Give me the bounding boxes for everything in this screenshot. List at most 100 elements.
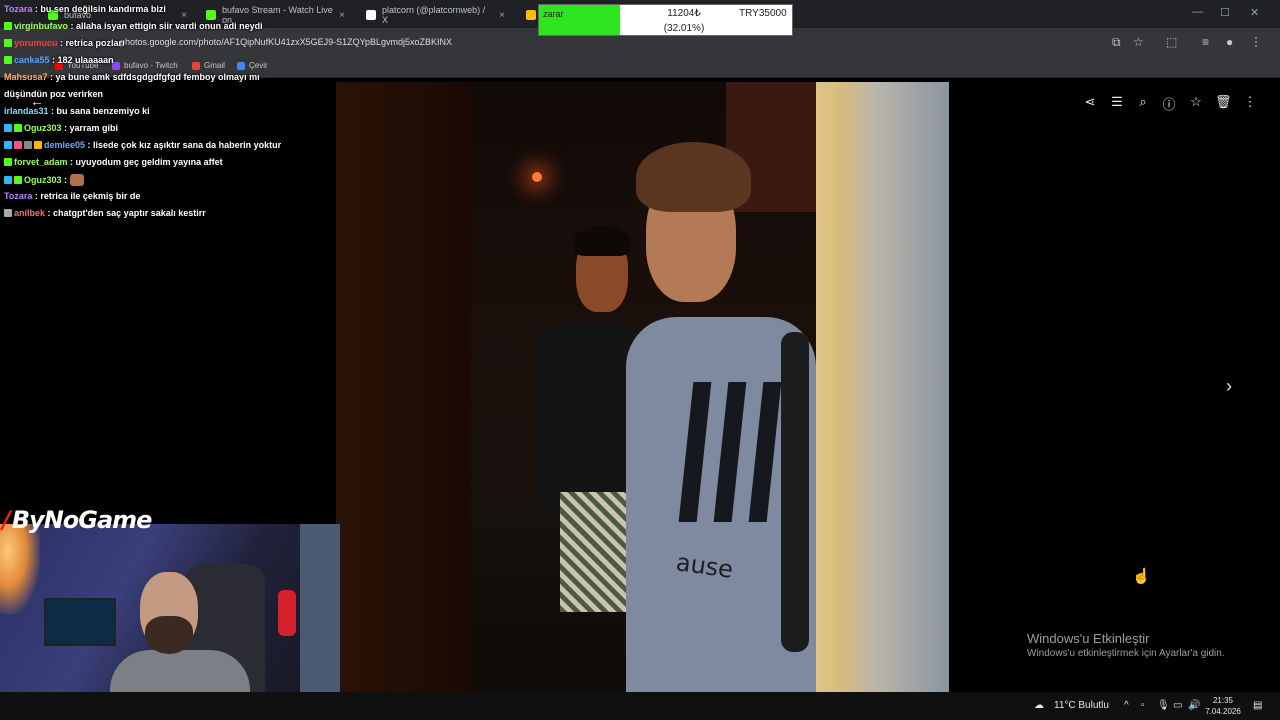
kick-icon <box>206 10 216 20</box>
chat-message: Tozara : retrica ile çekmiş bir de <box>4 191 140 201</box>
chat-username[interactable]: Tozara <box>4 4 32 14</box>
chat-text: : <box>64 175 68 185</box>
share-icon[interactable]: ⋖ <box>1082 94 1098 110</box>
url-field[interactable]: photos.google.com/photo/AF1QipNufKU41zxX… <box>120 37 452 47</box>
close-icon[interactable]: × <box>339 10 345 21</box>
tray-chevron-icon[interactable]: ^ <box>1124 700 1129 711</box>
goal-target: TRY35000 <box>739 8 787 19</box>
mic-icon[interactable]: 🎙 <box>1157 700 1170 711</box>
chat-text: : bu sen değilsin kandırma bizi <box>34 4 166 14</box>
chat-text: : retrica pozları <box>60 38 125 48</box>
notification-icon[interactable]: ▤ <box>1253 700 1262 711</box>
chat-message: Oguz303 : yarram gibi <box>4 123 118 133</box>
chat-badge-icon <box>4 158 12 166</box>
tab-google-photos[interactable] <box>518 4 538 26</box>
chat-badge-icon <box>4 124 12 132</box>
chat-message: irlandas31 : bu sana benzemiyo ki <box>4 106 150 116</box>
chat-message: anilbek : chatgpt'den saç yaptır sakalı … <box>4 208 206 218</box>
system-clock[interactable]: 21:35 7.04.2026 <box>1205 695 1241 717</box>
profile-avatar-icon[interactable]: ● <box>1226 35 1233 49</box>
network-icon[interactable]: ▭ <box>1173 700 1182 711</box>
edit-icon[interactable]: ☰ <box>1109 94 1125 110</box>
chat-badge-icon <box>4 141 12 149</box>
chat-badge-icon <box>4 176 12 184</box>
tab-platcorn[interactable]: platcorn (@platcornweb) / X × <box>358 4 513 26</box>
weather-text[interactable]: 11°C Bulutlu <box>1054 700 1109 711</box>
bynogame-logo: /ByNoGame <box>2 506 152 534</box>
more-icon[interactable]: ⋮ <box>1242 94 1258 110</box>
tray-app-icon[interactable]: ▫ <box>1141 700 1145 711</box>
chat-username[interactable]: irlandas31 <box>4 106 49 116</box>
chat-username[interactable]: Oguz303 <box>24 175 62 185</box>
chat-username[interactable]: forvet_adam <box>14 157 68 167</box>
next-photo-icon[interactable]: › <box>1226 376 1232 397</box>
close-icon[interactable]: × <box>181 10 187 21</box>
chat-message: demlee05 : lisede çok kız aşıktır sana d… <box>4 140 281 150</box>
chat-text: : chatgpt'den saç yaptır sakalı kestirr <box>47 208 206 218</box>
bookmark-star-icon[interactable]: ☆ <box>1133 35 1144 49</box>
info-icon[interactable]: ⓘ <box>1161 94 1177 113</box>
close-window-icon[interactable]: ✕ <box>1250 6 1259 19</box>
star-icon[interactable]: ☆ <box>1188 94 1204 110</box>
chat-text: : uyuyodum geç geldim yayına affet <box>70 157 223 167</box>
chat-username[interactable]: demlee05 <box>44 140 85 150</box>
reading-list-icon[interactable]: ≡ <box>1202 35 1209 49</box>
chat-username[interactable]: Oguz303 <box>24 123 62 133</box>
chat-text: : allaha isyan ettigin siir vardi onun a… <box>70 21 263 31</box>
chat-username[interactable]: Mahsusa7 <box>4 72 48 82</box>
windows-taskbar: ☁ 11°C Bulutlu ^ ▫ 🎙 ▭ 🔊 21:35 7.04.2026… <box>0 692 1280 720</box>
chat-username[interactable]: anilbek <box>14 208 45 218</box>
chat-message: virginbufavo : allaha isyan ettigin siir… <box>4 21 263 31</box>
windows-activation-subtitle: Windows'u etkinleştirmek için Ayarlar'a … <box>1027 648 1225 659</box>
chat-text: : lisede çok kız aşıktır sana da haberin… <box>87 140 282 150</box>
chat-badge-icon <box>4 56 12 64</box>
goal-label: zarar <box>543 9 564 19</box>
chat-badge-icon <box>24 141 32 149</box>
photo: ause <box>336 82 949 692</box>
chat-text: : retrica ile çekmiş bir de <box>34 191 141 201</box>
chat-username[interactable]: yorumucu <box>14 38 58 48</box>
maximize-icon[interactable]: ☐ <box>1220 6 1230 19</box>
chat-emote-icon <box>69 174 84 186</box>
extensions-icon[interactable]: ⬚ <box>1166 35 1177 49</box>
chat-badge-icon <box>14 124 22 132</box>
minimize-icon[interactable]: — <box>1192 6 1203 18</box>
hand-cursor-icon: ☝ <box>1132 568 1151 585</box>
trash-icon[interactable]: 🗑 <box>1215 94 1232 110</box>
chat-username[interactable]: virginbufavo <box>14 21 68 31</box>
chat-badge-icon <box>14 141 22 149</box>
close-icon[interactable]: × <box>499 10 505 21</box>
chat-message: forvet_adam : uyuyodum geç geldim yayına… <box>4 157 223 167</box>
menu-icon[interactable]: ⋮ <box>1250 35 1262 49</box>
chat-badge-icon <box>34 141 42 149</box>
google-photos-icon <box>526 10 536 20</box>
tab-label: platcorn (@platcornweb) / X <box>382 5 486 25</box>
chat-message: yorumucu : retrica pozları <box>4 38 125 48</box>
chat-username[interactable]: Tozara <box>4 191 32 201</box>
install-icon[interactable]: ⧉ <box>1112 35 1121 50</box>
translate-icon <box>237 61 245 70</box>
chat-text: : 182 ulaaaaan <box>52 55 114 65</box>
logo-mark-icon: / <box>2 506 11 534</box>
zoom-icon[interactable]: ⌕ <box>1135 94 1151 110</box>
goal-percent: (32.01%) <box>663 23 705 34</box>
microphone <box>278 590 296 636</box>
volume-icon[interactable]: 🔊 <box>1188 700 1200 711</box>
chat-message: Tozara : bu sen değilsin kandırma bizi <box>4 4 166 14</box>
gmail-icon <box>192 61 200 70</box>
chat-message: canka55 : 182 ulaaaaan <box>4 55 114 65</box>
goal-amount: 11204₺ <box>667 8 701 19</box>
chat-username[interactable]: canka55 <box>14 55 50 65</box>
chat-message: Mahsusa7 : ya bune amk sdfdsgdgdfgfgd fe… <box>4 72 260 82</box>
bookmark-translate[interactable]: Çevir <box>237 61 268 70</box>
chat-message: düşündün poz verirken <box>4 89 103 99</box>
chat-badge-icon <box>4 39 12 47</box>
weather-icon: ☁ <box>1034 700 1044 711</box>
donation-goal-bar: zarar 11204₺ (32.01%) TRY35000 <box>538 4 793 36</box>
chat-message: Oguz303 : <box>4 174 84 186</box>
bookmark-gmail[interactable]: Gmail <box>192 61 225 70</box>
chat-text: düşündün poz verirken <box>4 89 104 99</box>
chat-badge-icon <box>4 22 12 30</box>
bookmark-twitch[interactable]: bufavo - Twitch <box>112 61 178 70</box>
chat-badge-icon <box>14 176 22 184</box>
